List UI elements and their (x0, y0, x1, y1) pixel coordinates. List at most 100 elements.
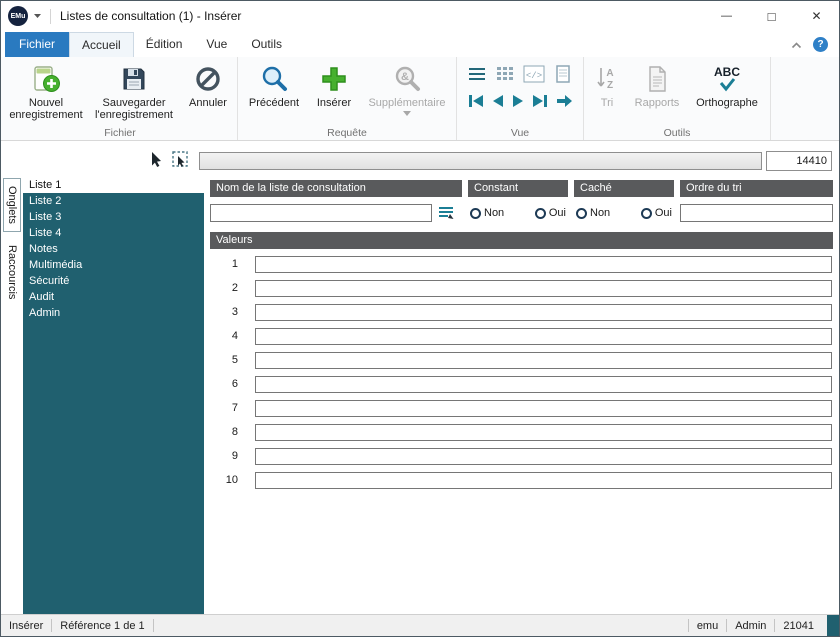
sidebar-item-audit[interactable]: Audit (23, 289, 204, 305)
value-input-5[interactable] (255, 351, 832, 369)
last-record-icon[interactable] (531, 94, 549, 111)
hidden-oui-radio[interactable] (640, 207, 652, 219)
cancel-icon (194, 61, 222, 97)
group-label-outils: Outils (663, 127, 691, 139)
value-input-4[interactable] (255, 327, 832, 345)
record-count: 14410 (766, 151, 832, 171)
save-record-label: Sauvegarder l'enregistrement (95, 97, 173, 121)
sidebar-item-liste-4[interactable]: Liste 4 (23, 225, 204, 241)
sidebar-item-liste-3[interactable]: Liste 3 (23, 209, 204, 225)
app-logo-icon[interactable]: EMu (8, 6, 28, 26)
close-button[interactable]: ✕ (794, 1, 839, 31)
next-record-icon[interactable] (511, 94, 525, 111)
tool-row: 14410 (1, 141, 839, 177)
value-input-3[interactable] (255, 303, 832, 321)
grid-view-icon[interactable] (495, 65, 515, 86)
sidebar-item-admin[interactable]: Admin (23, 305, 204, 321)
ribbon-group-outils: A Z Tri Rapports ABC Orthographe Outils (584, 57, 771, 140)
group-label-requete: Requête (327, 127, 367, 139)
name-cell (210, 204, 462, 222)
tab-accueil[interactable]: Accueil (69, 32, 134, 57)
ribbon-group-requete: Précédent Insérer & Supplémentaire Requê… (238, 57, 457, 140)
tab-vue[interactable]: Vue (194, 32, 239, 57)
code-view-icon[interactable]: </> (523, 65, 545, 86)
value-input-10[interactable] (255, 471, 832, 489)
form-content: Nom de la liste de consultation Constant… (204, 177, 839, 614)
resize-grip[interactable] (827, 615, 839, 636)
new-record-label: Nouvel enregistrement (9, 97, 83, 121)
constant-non-radio[interactable] (470, 207, 481, 219)
ribbon-tab-row: Fichier Accueil Édition Vue Outils ? (1, 31, 839, 57)
pointer-icon[interactable] (150, 151, 163, 171)
spellcheck-button[interactable]: ABC Orthographe (686, 59, 768, 125)
name-input[interactable] (210, 204, 432, 222)
sort-button[interactable]: A Z Tri (586, 59, 628, 125)
sidebar-item-securite[interactable]: Sécurité (23, 273, 204, 289)
sort-order-column-header: Ordre du tri (680, 180, 833, 197)
list-view-icon[interactable] (467, 65, 487, 86)
value-input-8[interactable] (255, 423, 832, 441)
value-row-number: 5 (231, 354, 238, 366)
value-row-number: 3 (231, 306, 238, 318)
value-row: 2 (210, 276, 833, 300)
value-input-6[interactable] (255, 375, 832, 393)
sort-label: Tri (600, 97, 614, 109)
svg-text:A: A (606, 68, 613, 79)
select-region-icon[interactable] (172, 151, 189, 171)
new-record-button[interactable]: Nouvel enregistrement (5, 59, 87, 125)
quick-access-caret-icon[interactable] (34, 14, 41, 18)
sidebar-item-notes[interactable]: Notes (23, 241, 204, 257)
reports-label: Rapports (634, 97, 680, 109)
hidden-oui-option[interactable]: Oui (640, 207, 672, 219)
goto-record-icon[interactable] (555, 94, 573, 111)
summary-bar (199, 152, 762, 170)
value-input-2[interactable] (255, 279, 832, 297)
sort-order-input[interactable] (680, 204, 833, 222)
svg-text:</>: </> (526, 71, 542, 81)
sidebar-item-liste-2[interactable]: Liste 2 (23, 193, 204, 209)
window-title: Listes de consultation (1) - Insérer (60, 9, 242, 23)
constant-oui-radio[interactable] (534, 207, 546, 219)
constant-oui-option[interactable]: Oui (534, 207, 566, 219)
value-input-7[interactable] (255, 399, 832, 417)
minimize-button[interactable]: — (704, 1, 749, 31)
previous-record-icon[interactable] (491, 94, 505, 111)
page-view-icon[interactable] (553, 65, 573, 86)
sidebar-item-liste-1[interactable]: Liste 1 (23, 177, 204, 193)
help-icon[interactable]: ? (813, 37, 828, 52)
insert-label: Insérer (316, 97, 352, 109)
abc-check-icon: ABC (711, 61, 743, 97)
first-record-icon[interactable] (467, 94, 485, 111)
side-tab-onglets[interactable]: Onglets (3, 178, 21, 232)
value-row: 3 (210, 300, 833, 324)
tab-outils[interactable]: Outils (239, 32, 294, 57)
value-input-1[interactable] (255, 255, 832, 273)
value-row-number: 1 (231, 258, 238, 270)
previous-query-button[interactable]: Précédent (240, 59, 308, 125)
lookup-list-icon[interactable] (438, 206, 454, 221)
tab-fichier[interactable]: Fichier (5, 32, 70, 57)
value-row: 1 (210, 252, 833, 276)
hidden-non-radio[interactable] (576, 207, 587, 219)
reports-button[interactable]: Rapports (628, 59, 686, 125)
hidden-non-option[interactable]: Non (576, 207, 610, 219)
insert-button[interactable]: Insérer (308, 59, 360, 125)
window-controls: — □ ✕ (704, 1, 839, 31)
main-area: Onglets Raccourcis Liste 1 Liste 2 Liste… (1, 177, 839, 614)
svg-text:Z: Z (607, 80, 613, 91)
ribbon-collapse-icon[interactable] (791, 38, 802, 52)
sidebar-item-multimedia[interactable]: Multimédia (23, 257, 204, 273)
ribbon: Nouvel enregistrement Sauvegarder l'enre… (1, 57, 839, 141)
constant-non-option[interactable]: Non (470, 207, 504, 219)
sort-order-cell (680, 204, 833, 222)
titlebar-separator (50, 8, 51, 24)
additional-query-button[interactable]: & Supplémentaire (360, 59, 454, 125)
tab-edition[interactable]: Édition (134, 32, 195, 57)
maximize-button[interactable]: □ (749, 1, 794, 31)
save-record-button[interactable]: Sauvegarder l'enregistrement (87, 59, 181, 125)
tabrow-right: ? (791, 37, 839, 57)
ribbon-group-vue: </> Vue (457, 57, 584, 140)
value-input-9[interactable] (255, 447, 832, 465)
side-tab-raccourcis[interactable]: Raccourcis (4, 238, 20, 306)
cancel-button[interactable]: Annuler (181, 59, 235, 125)
